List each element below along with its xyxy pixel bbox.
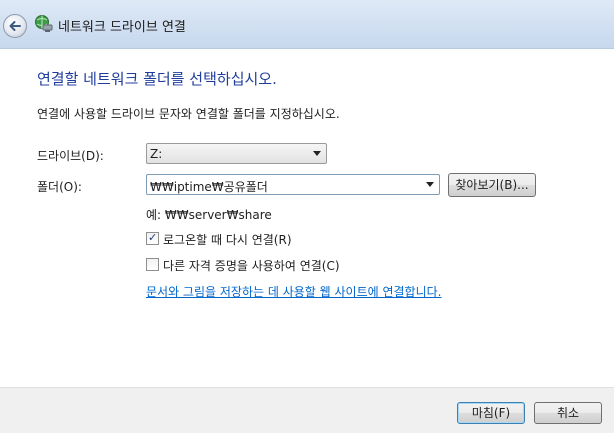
other-credentials-label[interactable]: 다른 자격 증명을 사용하여 연결(C)	[163, 257, 340, 274]
finish-button[interactable]: 마침(F)	[457, 402, 525, 424]
chevron-down-icon[interactable]	[426, 182, 434, 187]
back-arrow-icon	[9, 21, 21, 31]
browse-button[interactable]: 찾아보기(B)...	[448, 173, 536, 197]
folder-input[interactable]: ₩₩iptime₩공유폴더	[146, 174, 440, 195]
instruction-text: 연결에 사용할 드라이브 문자와 연결할 폴더를 지정하십시오.	[37, 107, 340, 121]
window-title: 네트워크 드라이브 연결	[58, 20, 186, 35]
other-credentials-checkbox[interactable]	[146, 258, 159, 271]
drive-select-value: Z:	[150, 147, 163, 161]
example-text: 예: ₩₩server₩share	[146, 208, 272, 222]
reconnect-label[interactable]: 로그온할 때 다시 연결(R)	[163, 231, 292, 248]
folder-label: 폴더(O):	[37, 180, 82, 194]
drive-select[interactable]: Z:	[146, 143, 327, 164]
checkmark-icon: ✓	[148, 231, 158, 244]
reconnect-checkbox[interactable]: ✓	[146, 231, 159, 245]
chevron-down-icon	[313, 151, 321, 156]
dialog-footer: 마침(F) 취소	[0, 387, 614, 433]
dialog-content: 연결할 네트워크 폴더를 선택하십시오. 연결에 사용할 드라이브 문자와 연결…	[0, 50, 614, 387]
website-link[interactable]: 문서와 그림을 저장하는 데 사용할 웹 사이트에 연결합니다.	[146, 283, 441, 300]
network-drive-icon	[35, 15, 53, 32]
back-button[interactable]	[3, 14, 27, 38]
page-heading: 연결할 네트워크 폴더를 선택하십시오.	[37, 70, 277, 88]
drive-label: 드라이브(D):	[37, 149, 104, 163]
title-bar: 네트워크 드라이브 연결	[0, 0, 614, 49]
cancel-button[interactable]: 취소	[534, 402, 602, 424]
folder-input-value: ₩₩iptime₩공유폴더	[150, 180, 268, 194]
